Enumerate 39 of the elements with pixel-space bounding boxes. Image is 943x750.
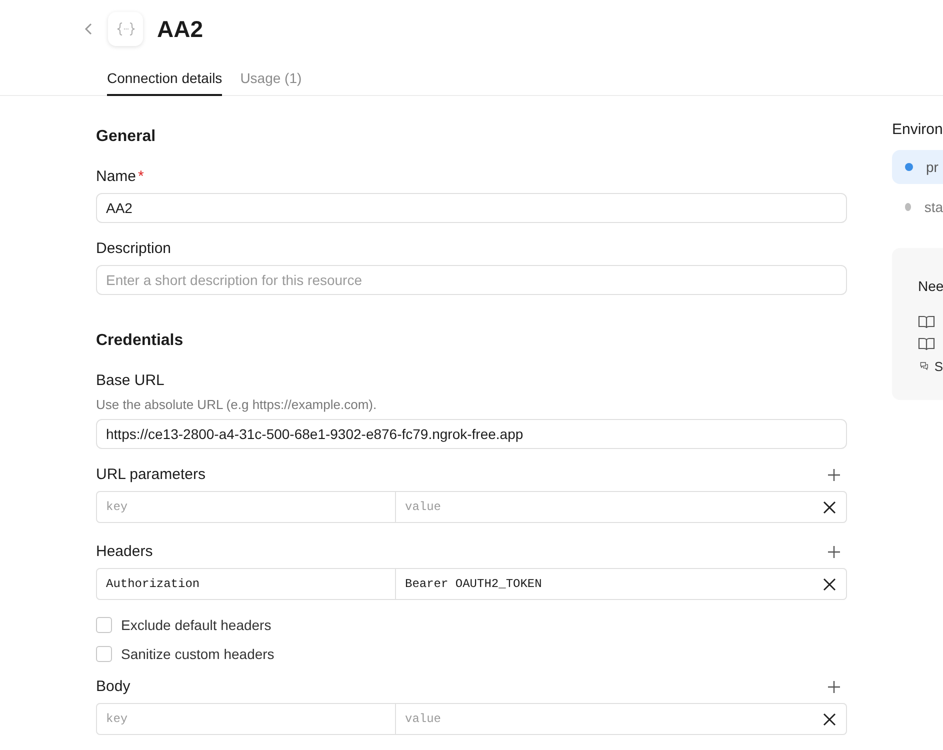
- page-title: AA2: [157, 16, 204, 42]
- close-icon[interactable]: [823, 713, 836, 726]
- field-label: Base URL: [96, 372, 164, 389]
- field-hint: Use the absolute URL (e.g https://example.com).: [96, 397, 378, 412]
- field-label: Name*: [96, 168, 144, 185]
- description-input[interactable]: Enter a short description for this resource: [96, 265, 847, 295]
- add-icon[interactable]: [828, 680, 840, 692]
- name-input[interactable]: AA2: [96, 193, 847, 223]
- chat-icon[interactable]: [920, 360, 928, 372]
- value-input[interactable]: value: [396, 703, 847, 735]
- section-heading: Environ: [892, 121, 943, 138]
- checkbox[interactable]: [96, 617, 112, 633]
- environment-item[interactable]: sta: [892, 190, 943, 224]
- book-icon[interactable]: [918, 337, 935, 351]
- field-label: Headers: [96, 543, 153, 560]
- close-icon[interactable]: [823, 578, 836, 591]
- field-label: URL parameters: [96, 466, 206, 483]
- checkbox[interactable]: [96, 646, 112, 662]
- field-label: Body: [96, 678, 130, 695]
- value-input[interactable]: value: [396, 491, 847, 523]
- help-link[interactable]: S: [934, 358, 943, 374]
- base-url-input[interactable]: https://ce13-2800-a4-31c-500-68e1-9302-e876-fc79.ngrok-free.app: [96, 419, 847, 449]
- key-input[interactable]: key: [96, 703, 396, 735]
- close-icon[interactable]: [823, 501, 836, 514]
- section-heading: Credentials: [96, 332, 184, 350]
- checkbox-label: Exclude default headers: [121, 617, 272, 633]
- add-icon[interactable]: [828, 546, 840, 558]
- add-icon[interactable]: [828, 468, 840, 480]
- environment-item[interactable]: pr: [892, 150, 943, 184]
- key-input[interactable]: key: [96, 491, 396, 523]
- key-input[interactable]: Authorization: [96, 568, 396, 600]
- checkbox-label: Sanitize custom headers: [121, 646, 274, 662]
- field-label: Description: [96, 240, 172, 257]
- braces-icon: [108, 12, 143, 46]
- tab[interactable]: Connection details: [107, 66, 222, 96]
- book-icon[interactable]: [918, 315, 935, 329]
- value-input[interactable]: Bearer OAUTH2_TOKEN: [396, 568, 847, 600]
- section-heading: General: [96, 128, 157, 146]
- card-heading: Nee: [918, 278, 943, 294]
